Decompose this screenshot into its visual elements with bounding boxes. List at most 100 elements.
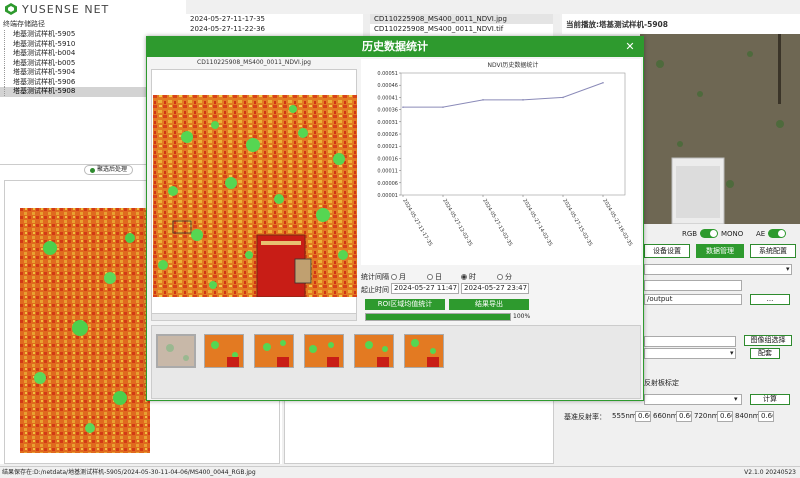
thumbnail-image bbox=[205, 335, 243, 367]
tree-connector bbox=[4, 49, 10, 59]
radio-icon bbox=[427, 274, 433, 280]
left-ndvi-image bbox=[20, 208, 150, 453]
tree-item-label: 塔基测试样机-5906 bbox=[13, 77, 76, 86]
option-label: 日 bbox=[435, 273, 442, 281]
interval-minute-option[interactable]: 分 bbox=[497, 272, 512, 282]
band-720-label: 720nm bbox=[694, 412, 719, 420]
list-item[interactable]: 2024-05-27-11-17-35 bbox=[186, 14, 370, 24]
image-group-select-button[interactable]: 图像组选择 bbox=[744, 335, 792, 346]
brand-bar: YUSENSE NET bbox=[0, 0, 186, 18]
mono-label: MONO bbox=[721, 230, 744, 238]
post-process-badge[interactable]: 聚选后处理 bbox=[84, 165, 134, 175]
interval-hour-option[interactable]: 时 bbox=[461, 272, 476, 282]
roi-mean-button[interactable]: ROI区域均值统计 bbox=[365, 299, 445, 310]
interval-day-option[interactable]: 日 bbox=[427, 272, 442, 282]
y-tick-label: 0.00051 bbox=[377, 71, 398, 77]
ae-label: AE bbox=[756, 230, 766, 238]
radio-selected-icon bbox=[461, 274, 467, 280]
calibration-dropdown[interactable] bbox=[644, 394, 742, 405]
thumbnail[interactable] bbox=[354, 334, 394, 368]
band-555-label: 555nm bbox=[612, 412, 637, 420]
x-tick-label: 2024-05-27-13-02-35 bbox=[481, 198, 513, 247]
ae-toggle[interactable] bbox=[768, 229, 786, 238]
rgb-mono-toggle[interactable] bbox=[700, 229, 718, 238]
x-tick-label: 2024-05-27-14-02-35 bbox=[521, 198, 553, 247]
ndvi-chart-panel: NDVI历史数据统计 0.00001 0.00006 0.00011 0.00016 0.… bbox=[361, 59, 641, 265]
thumbnail-image bbox=[255, 335, 293, 367]
badge-label: 聚选后处理 bbox=[97, 166, 128, 173]
camera-title: 当前播放:塔基测试样机-5908 bbox=[562, 14, 800, 34]
band-660-label: 660nm bbox=[653, 412, 678, 420]
dialog-title: 历史数据统计 bbox=[147, 37, 643, 57]
output-path-field[interactable]: /output bbox=[644, 294, 742, 305]
band-555-field[interactable]: 0.60 bbox=[635, 411, 651, 422]
x-tick-label: 2024-05-27-15-02-35 bbox=[561, 198, 593, 247]
y-tick-label: 0.00006 bbox=[377, 181, 398, 187]
tree-connector bbox=[4, 39, 10, 49]
interval-month-option[interactable]: 月 bbox=[391, 272, 406, 282]
radio-icon bbox=[391, 274, 397, 280]
chevron-down-icon: ▾ bbox=[730, 349, 734, 357]
list-scrollbar[interactable] bbox=[363, 14, 370, 36]
option-label: 分 bbox=[505, 273, 512, 281]
ndvi-series-line bbox=[403, 82, 604, 108]
end-time-field[interactable]: 2024-05-27 23:47:36 bbox=[461, 283, 529, 294]
tree-item-label: 地基测试样机-b005 bbox=[13, 58, 76, 67]
data-point bbox=[522, 99, 524, 101]
tab-system-config[interactable]: 系统配置 bbox=[750, 244, 796, 258]
option-label: 时 bbox=[469, 273, 476, 281]
list-item[interactable]: CD110225908_MS400_0011_NDVI.tif bbox=[370, 24, 560, 34]
thumbnail[interactable] bbox=[156, 334, 196, 368]
thumbnail[interactable] bbox=[404, 334, 444, 368]
interval-label: 统计间隔 bbox=[361, 273, 389, 281]
thumbnail[interactable] bbox=[304, 334, 344, 368]
band-720-field[interactable]: 0.60 bbox=[717, 411, 733, 422]
tree-connector bbox=[4, 58, 10, 68]
y-tick-label: 0.00046 bbox=[377, 83, 398, 89]
file-list: CD110225908_MS400_0011_NDVI.jpg CD110225… bbox=[370, 14, 560, 36]
ndvi-chart: NDVI历史数据统计 0.00001 0.00006 0.00011 0.00016 0.… bbox=[377, 61, 633, 247]
list-item[interactable]: CD110225908_MS400_0011_NDVI.jpg bbox=[370, 14, 560, 24]
band-660-field[interactable]: 0.60 bbox=[676, 411, 692, 422]
behind-image-frame bbox=[284, 400, 554, 464]
x-tick-label: 2024-05-27-16-02-35 bbox=[601, 198, 633, 247]
option-label: 月 bbox=[399, 273, 406, 281]
reflectance-label: 基准反射率： bbox=[564, 413, 606, 421]
tree-item-label: 地基测试样机-5905 bbox=[13, 30, 76, 38]
time-range-label: 起止时间 bbox=[361, 286, 389, 294]
config-dropdown[interactable] bbox=[644, 348, 736, 359]
path-dropdown[interactable] bbox=[644, 264, 792, 275]
calculate-button[interactable]: 计算 bbox=[750, 394, 790, 405]
y-tick-label: 0.00026 bbox=[377, 132, 398, 138]
image-scrollbar[interactable] bbox=[151, 313, 357, 321]
thumbnail[interactable] bbox=[254, 334, 294, 368]
chart-title: NDVI历史数据统计 bbox=[488, 61, 539, 69]
export-results-button[interactable]: 结果导出 bbox=[449, 299, 529, 310]
data-point bbox=[442, 106, 444, 108]
status-bar: 结果保存在:D:/netdata/地基测试样机-5905/2024-05-30-… bbox=[0, 466, 800, 478]
brand-name: YUSENSE NET bbox=[22, 2, 110, 16]
band-840-field[interactable]: 0.60 bbox=[758, 411, 774, 422]
stats-controls: 统计间隔 月 日 时 分 起止时间 2024-05-27 11:47:36 20… bbox=[361, 269, 641, 325]
start-time-field[interactable]: 2024-05-27 11:47:36 bbox=[391, 283, 459, 294]
tab-data-management[interactable]: 数据管理 bbox=[696, 244, 744, 258]
list-scrollbar[interactable] bbox=[553, 14, 560, 36]
config-button[interactable]: 配套 bbox=[750, 348, 780, 359]
data-point bbox=[562, 96, 564, 99]
tree-item-label: 塔基测试样机-5904 bbox=[13, 68, 76, 76]
calibration-label: 反射板标定 bbox=[644, 379, 679, 387]
source-path-field[interactable] bbox=[644, 280, 742, 291]
status-path: 结果保存在:D:/netdata/地基测试样机-5905/2024-05-30-… bbox=[2, 469, 256, 476]
chevron-down-icon: ▾ bbox=[786, 265, 790, 273]
thumbnail[interactable] bbox=[204, 334, 244, 368]
browse-button[interactable]: ... bbox=[750, 294, 790, 305]
list-item[interactable]: 2024-05-27-11-22-36 bbox=[186, 24, 370, 34]
close-icon[interactable]: ✕ bbox=[623, 40, 637, 54]
chevron-down-icon: ▾ bbox=[734, 395, 738, 403]
thumbnail-image bbox=[355, 335, 393, 367]
ndvi-image[interactable] bbox=[153, 95, 357, 297]
progress-label: 100% bbox=[513, 313, 531, 320]
tab-device-settings[interactable]: 设备设置 bbox=[644, 244, 690, 258]
data-point bbox=[482, 99, 484, 101]
image-group-field[interactable] bbox=[644, 336, 736, 347]
